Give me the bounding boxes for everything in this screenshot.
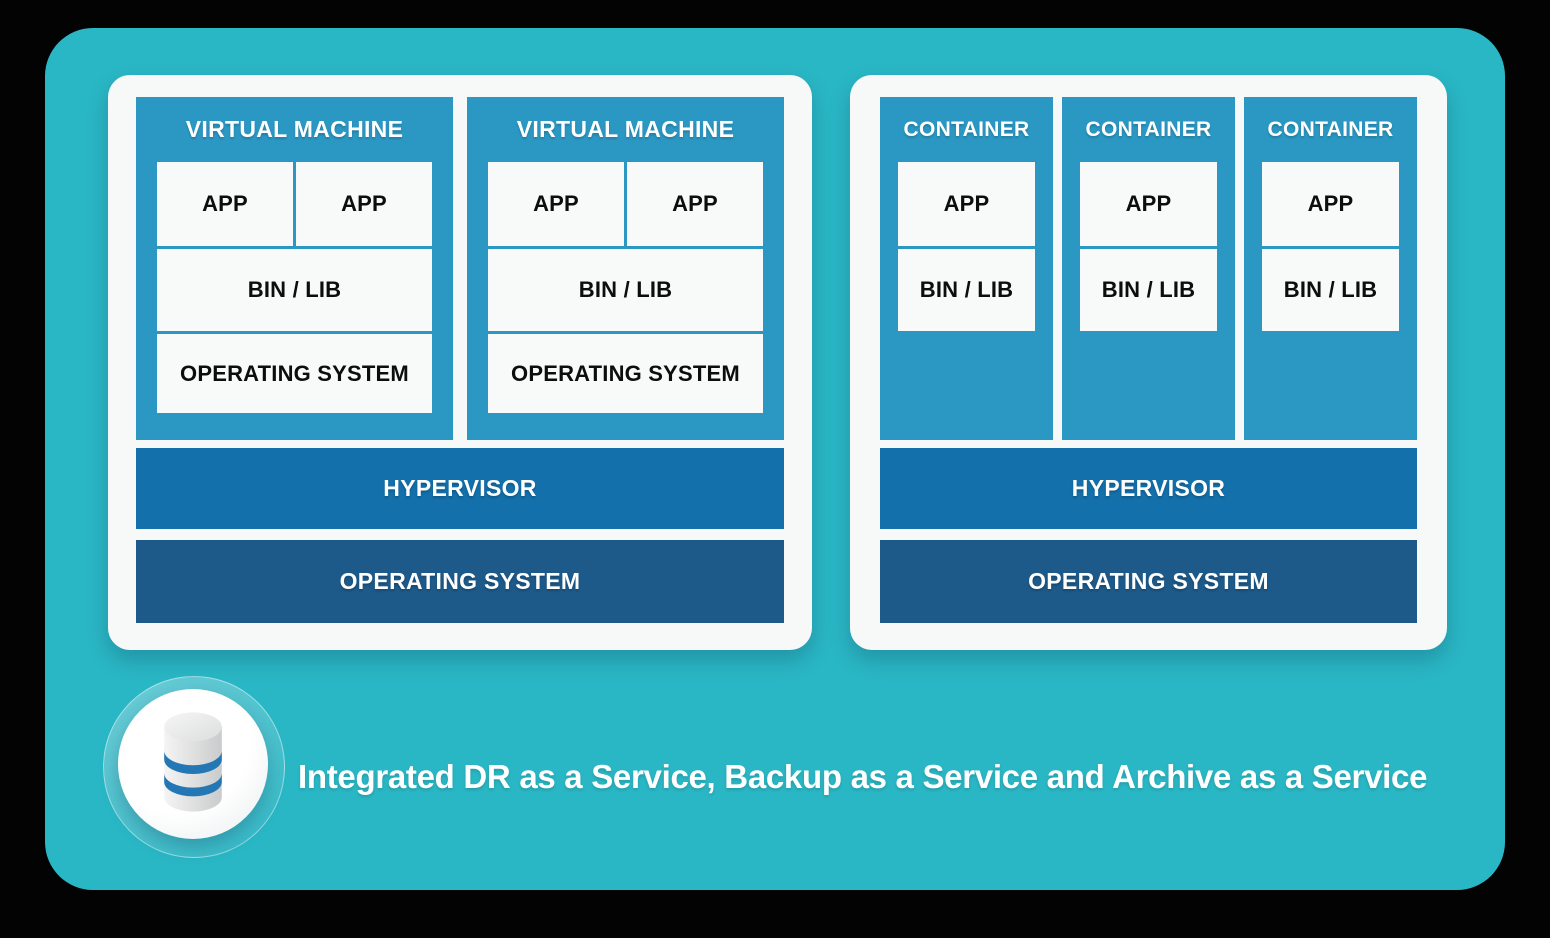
vm-column-2: VIRTUAL MACHINE APP APP BIN / LIB OPERAT… xyxy=(467,97,784,440)
vm-column-1: VIRTUAL MACHINE APP APP BIN / LIB OPERAT… xyxy=(136,97,453,440)
vm-columns: VIRTUAL MACHINE APP APP BIN / LIB OPERAT… xyxy=(136,97,784,440)
bin-lib-box: BIN / LIB xyxy=(157,249,432,331)
container-stack: APP BIN / LIB xyxy=(898,162,1035,331)
bin-lib-box: BIN / LIB xyxy=(898,249,1035,331)
vm-stack: APP APP BIN / LIB OPERATING SYSTEM xyxy=(488,162,763,413)
container-stack: APP BIN / LIB xyxy=(1262,162,1399,331)
container-stack: APP BIN / LIB xyxy=(1080,162,1217,331)
virtual-machine-panel: VIRTUAL MACHINE APP APP BIN / LIB OPERAT… xyxy=(108,75,812,650)
app-box: APP xyxy=(157,162,293,246)
app-box: APP xyxy=(627,162,763,246)
app-box: APP xyxy=(898,162,1035,246)
container-column-1: CONTAINER APP BIN / LIB xyxy=(880,97,1053,440)
bin-lib-box: BIN / LIB xyxy=(1080,249,1217,331)
container-title: CONTAINER xyxy=(1080,97,1217,162)
hypervisor-bar: HYPERVISOR xyxy=(880,448,1417,529)
container-title: CONTAINER xyxy=(1262,97,1399,162)
host-os-bar: OPERATING SYSTEM xyxy=(136,540,784,623)
app-box: APP xyxy=(296,162,432,246)
app-pair: APP APP xyxy=(488,162,763,246)
vm-stack: APP APP BIN / LIB OPERATING SYSTEM xyxy=(157,162,432,413)
footer-caption: Integrated DR as a Service, Backup as a … xyxy=(298,758,1458,796)
container-columns: CONTAINER APP BIN / LIB CONTAINER APP BI… xyxy=(880,97,1417,440)
vm-title: VIRTUAL MACHINE xyxy=(157,97,432,162)
container-title: CONTAINER xyxy=(898,97,1035,162)
hypervisor-bar: HYPERVISOR xyxy=(136,448,784,529)
container-column-3: CONTAINER APP BIN / LIB xyxy=(1244,97,1417,440)
host-os-bar: OPERATING SYSTEM xyxy=(880,540,1417,623)
container-column-2: CONTAINER APP BIN / LIB xyxy=(1062,97,1235,440)
app-box: APP xyxy=(1080,162,1217,246)
bin-lib-box: BIN / LIB xyxy=(1262,249,1399,331)
vm-title: VIRTUAL MACHINE xyxy=(488,97,763,162)
database-icon xyxy=(153,704,233,825)
database-badge xyxy=(103,676,285,858)
app-box: APP xyxy=(488,162,624,246)
diagram-canvas: VIRTUAL MACHINE APP APP BIN / LIB OPERAT… xyxy=(45,28,1505,890)
database-badge-inner xyxy=(118,689,268,839)
app-box: APP xyxy=(1262,162,1399,246)
guest-os-box: OPERATING SYSTEM xyxy=(488,334,763,413)
bin-lib-box: BIN / LIB xyxy=(488,249,763,331)
guest-os-box: OPERATING SYSTEM xyxy=(157,334,432,413)
app-pair: APP APP xyxy=(157,162,432,246)
container-panel: CONTAINER APP BIN / LIB CONTAINER APP BI… xyxy=(850,75,1447,650)
